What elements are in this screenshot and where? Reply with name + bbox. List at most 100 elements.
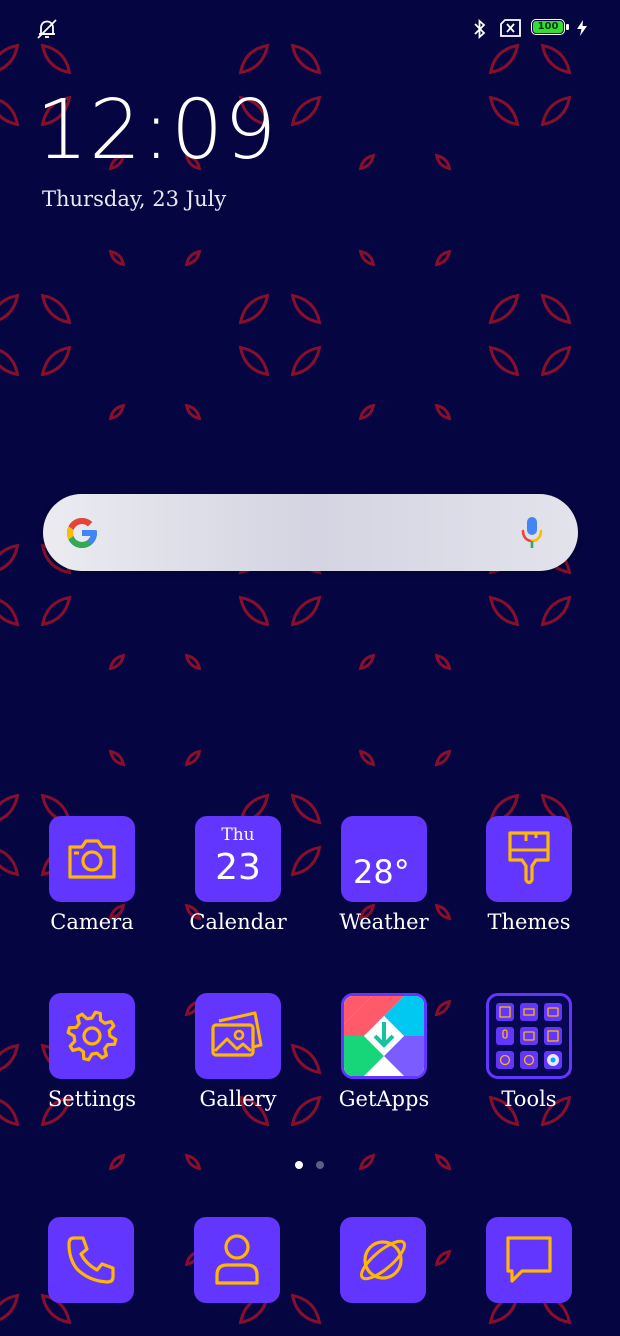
wallpaper-leaf [434,1249,452,1267]
wallpaper-leaf [540,293,572,325]
tools-grid [496,1003,562,1069]
dock-contacts[interactable] [194,1217,280,1303]
app-label: Calendar [189,910,287,934]
app-getapps[interactable]: GetApps [324,993,444,1111]
wallpaper-leaf [290,1293,322,1325]
wallpaper-leaf [108,1153,126,1171]
app-weather[interactable]: 28° Weather [324,816,444,934]
wallpaper-leaf [0,1095,20,1127]
app-calendar[interactable]: Thu 23 Calendar [178,816,298,934]
google-search-bar[interactable] [43,494,578,571]
wallpaper-leaf [108,249,126,267]
wallpaper-leaf [0,595,20,627]
wallpaper-leaf [290,95,322,127]
browser-icon [360,1239,406,1281]
wallpaper-leaf [238,293,270,325]
app-themes[interactable]: Themes [469,816,589,934]
wallpaper-leaf [358,1153,376,1171]
app-camera[interactable]: Camera [32,816,152,934]
wallpaper-leaf [434,749,452,767]
wallpaper-leaf [40,293,72,325]
wallpaper-leaf [0,1043,20,1075]
app-label: Settings [47,1087,137,1111]
wallpaper-leaf [488,345,520,377]
wallpaper-leaf [0,345,20,377]
wallpaper-leaf [0,1293,20,1325]
bluetooth-icon [474,18,486,40]
dock-browser[interactable] [340,1217,426,1303]
wallpaper-leaf [0,543,20,575]
wallpaper-leaf [184,403,202,421]
wallpaper-leaf [488,595,520,627]
wallpaper-leaf [488,95,520,127]
app-tools[interactable]: Tools [469,993,589,1111]
dock-phone[interactable] [48,1217,134,1303]
calendar-day: Thu [221,825,255,845]
clock-time[interactable]: 12:09 [36,90,277,172]
page-indicator [295,1161,327,1169]
wallpaper-leaf [108,749,126,767]
wallpaper-leaf [40,595,72,627]
wallpaper-leaf [184,653,202,671]
wallpaper-leaf [290,345,322,377]
battery-icon: 100 [531,19,565,35]
wallpaper-leaf [540,95,572,127]
microphone-icon[interactable] [519,515,545,551]
wallpaper-leaf [358,153,376,171]
gallery-icon [211,1011,263,1057]
wallpaper-leaf [40,345,72,377]
app-label: Camera [50,910,134,934]
wallpaper-leaf [238,345,270,377]
wallpaper-leaf [0,293,20,325]
wallpaper-leaf [184,1153,202,1171]
wallpaper-leaf [290,293,322,325]
calendar-icon: Thu 23 [195,816,281,902]
wallpaper-leaf [108,653,126,671]
wallpaper-leaf [0,95,20,127]
wallpaper-leaf [434,653,452,671]
app-label: Gallery [199,1087,277,1111]
weather-icon: 28° [341,816,427,902]
weather-temp: 28° [353,853,410,891]
wallpaper-leaf [358,249,376,267]
wallpaper-leaf [0,845,20,877]
app-gallery[interactable]: Gallery [178,993,298,1111]
clock-date[interactable]: Thursday, 23 July [42,187,226,211]
wallpaper-leaf [540,595,572,627]
no-sim-icon [500,19,521,37]
camera-icon [68,839,116,879]
wallpaper-leaf [540,345,572,377]
app-settings[interactable]: Settings [32,993,152,1111]
app-label: Themes [487,910,571,934]
wallpaper-leaf [358,403,376,421]
app-label: GetApps [338,1087,430,1111]
wallpaper-leaf [108,403,126,421]
wallpaper-leaf [434,249,452,267]
wallpaper-leaf [434,1153,452,1171]
wallpaper-leaf [358,653,376,671]
contacts-icon [215,1234,259,1285]
battery-level: 100 [537,21,559,32]
page-dot-active[interactable] [295,1161,303,1169]
google-logo-icon [67,518,97,548]
alarm-off-icon [37,19,57,39]
wallpaper-leaf [238,595,270,627]
calendar-date: 23 [215,847,261,888]
app-label: Weather [339,910,429,934]
wallpaper-leaf [184,749,202,767]
wallpaper-leaf [184,249,202,267]
page-dot[interactable] [316,1161,324,1169]
paintbrush-icon [508,831,550,885]
gear-icon [66,1010,118,1062]
wallpaper-leaf [358,749,376,767]
wallpaper-leaf [290,595,322,627]
dock-messages[interactable] [486,1217,572,1303]
wallpaper-leaf [434,153,452,171]
messages-icon [506,1236,552,1283]
tools-folder-icon [486,993,572,1079]
phone-icon [67,1236,115,1284]
wallpaper-leaf [0,793,20,825]
charging-icon [577,20,587,36]
status-bar: 100 [0,0,620,58]
wallpaper-leaf [488,293,520,325]
